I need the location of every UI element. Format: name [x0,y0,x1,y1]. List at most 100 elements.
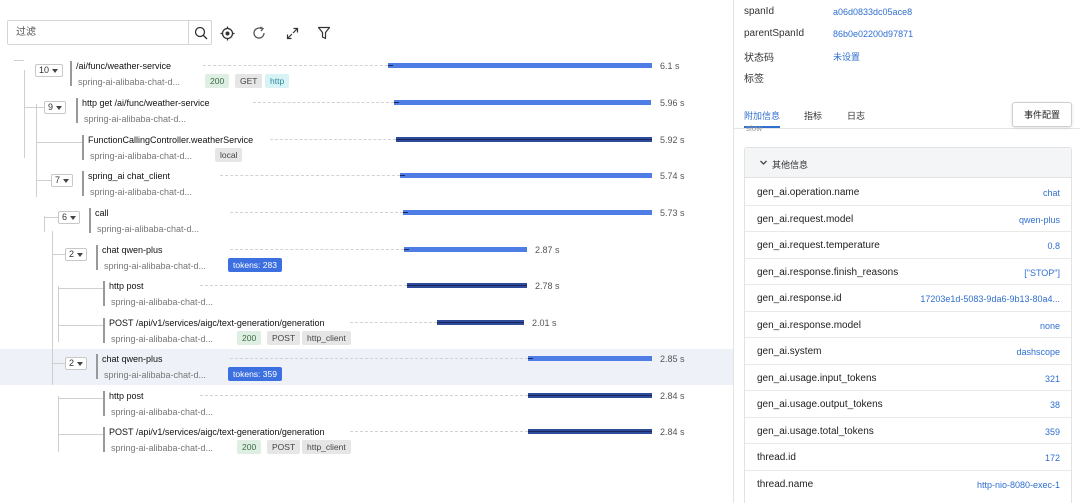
span-tag: http_client [302,440,351,454]
expand-button[interactable] [281,22,303,44]
span-row[interactable]: 10/ai/func/weather-service spring-ai-alib… [0,56,733,92]
span-duration-bar[interactable] [394,100,651,105]
span-guide-line [253,102,394,103]
tree-connector [58,325,103,326]
span-indent-marker [103,391,105,416]
span-row[interactable]: FunctionCallingController.weatherService… [0,130,733,166]
span-collapse-toggle[interactable]: 9 [44,101,67,114]
filter-button[interactable] [313,22,335,44]
span-tag: 200 [237,331,262,345]
span-duration-bar[interactable] [528,393,652,398]
refresh-button[interactable] [248,22,270,44]
span-row[interactable]: 7 spring_ai chat_client spring-ai-alibaba-… [0,166,733,202]
search-button[interactable] [188,21,212,44]
filter-input[interactable] [8,21,188,44]
span-duration: 2.01 s [532,318,557,328]
info-value[interactable]: 0.8 [1047,241,1060,251]
info-row: gen_ai.request.model qwen-plus [745,206,1071,232]
span-row[interactable]: 2 chat qwen-plus spring-ai-alibaba-chat-d.… [0,349,733,385]
span-id-value[interactable]: a06d0833dc05ace8 [833,7,912,17]
info-key: gen_ai.usage.input_tokens [757,372,877,384]
span-tag: tokens: 283 [228,258,282,272]
span-service-name: spring-ai-alibaba-chat-d... [104,370,207,380]
info-value[interactable]: chat [1043,188,1060,198]
span-indent-marker [103,281,105,306]
span-duration-bar[interactable] [528,429,652,434]
child-count: 7 [55,175,61,185]
span-collapse-toggle[interactable]: 7 [51,174,74,187]
span-name: chat qwen-plus [102,245,163,255]
info-value[interactable]: 172 [1045,453,1060,463]
span-service-name: spring-ai-alibaba-chat-d... [90,187,193,197]
caret-down-icon [77,252,84,257]
info-key: gen_ai.response.id [757,293,842,304]
span-row[interactable]: POST /api/v1/services/aigc/text-generati… [0,313,733,349]
span-name: POST /api/v1/services/aigc/text-generati… [109,427,325,437]
tab-logs[interactable]: 日志 [847,109,865,122]
span-row[interactable]: POST /api/v1/services/aigc/text-generati… [0,422,733,458]
span-guide-line [230,249,404,250]
span-duration-bar[interactable] [403,210,652,215]
span-row[interactable]: 2 chat qwen-plus spring-ai-alibaba-chat-d.… [0,240,733,276]
span-duration-bar[interactable] [528,356,652,361]
span-duration-bar[interactable] [388,63,652,68]
tree-connector [44,217,58,218]
tree-connector [52,254,65,255]
span-indent-marker [82,171,84,196]
parent-span-id-row: parentSpanId 86b0e02200d97871 [744,28,1074,44]
span-duration-bar[interactable] [404,247,527,252]
tab-metrics[interactable]: 指标 [804,109,822,122]
tree-connector [24,70,25,158]
span-duration: 2.84 s [660,391,685,401]
info-value[interactable]: dashscope [1016,347,1060,357]
info-value[interactable]: none [1040,321,1060,331]
event-config-button[interactable]: 事件配置 [1012,102,1072,127]
span-row[interactable]: 9 http get /ai/func/weather-service spring… [0,93,733,129]
clipped-row-text: slow [746,124,763,133]
span-tag: POST [267,440,301,454]
info-value[interactable]: qwen-plus [1019,215,1060,225]
span-duration: 2.78 s [535,281,560,291]
span-name: POST /api/v1/services/aigc/text-generati… [109,318,325,328]
tree-connector [36,180,51,181]
info-key: gen_ai.usage.output_tokens [757,399,883,410]
tab-extra-info[interactable]: 附加信息 [744,109,780,122]
info-value[interactable]: 321 [1045,374,1060,384]
other-info-header[interactable]: 其他信息 [745,148,1071,178]
span-collapse-toggle[interactable]: 10 [35,64,63,77]
span-row[interactable]: http post spring-ai-alibaba-chat-d... 2.78… [0,276,733,312]
span-duration: 5.96 s [660,98,685,108]
span-collapse-toggle[interactable]: 2 [65,357,88,370]
span-row[interactable]: 6 call spring-ai-alibaba-chat-d... 5.73 s [0,203,733,239]
info-value[interactable]: ["STOP"] [1024,268,1060,278]
span-duration-bar[interactable] [400,173,652,178]
span-duration-bar[interactable] [407,283,527,288]
span-guide-line [230,358,528,359]
span-service-name: spring-ai-alibaba-chat-d... [84,114,187,124]
span-duration-bar[interactable] [396,137,652,142]
trace-tree-pane: 10/ai/func/weather-service spring-ai-alib… [0,0,733,503]
span-indent-marker [103,318,105,343]
info-value[interactable]: 38 [1050,400,1060,410]
parent-span-id-value[interactable]: 86b0e02200d97871 [833,29,913,39]
span-row[interactable]: http post spring-ai-alibaba-chat-d... 2.84… [0,386,733,422]
locate-button[interactable] [216,22,238,44]
info-value[interactable]: http-nio-8080-exec-1 [977,480,1060,490]
span-name: call [95,208,109,218]
span-name: /ai/func/weather-service [76,61,172,71]
info-value[interactable]: 17203e1d-5083-9da6-9b13-80a4... [920,294,1060,304]
tree-connector [58,434,103,435]
child-count: 2 [69,249,75,259]
span-tag: 200 [237,440,262,454]
tree-connector [58,398,103,399]
info-value[interactable]: 359 [1045,427,1060,437]
status-value[interactable]: 未设置 [833,50,860,63]
span-indent-marker [70,61,72,86]
span-guide-line [220,175,400,176]
span-collapse-toggle[interactable]: 6 [58,211,81,224]
span-duration-bar[interactable] [437,320,524,325]
span-indent-marker [89,208,91,233]
span-duration: 2.87 s [535,245,560,255]
span-guide-line [350,431,528,432]
span-collapse-toggle[interactable]: 2 [65,248,88,261]
